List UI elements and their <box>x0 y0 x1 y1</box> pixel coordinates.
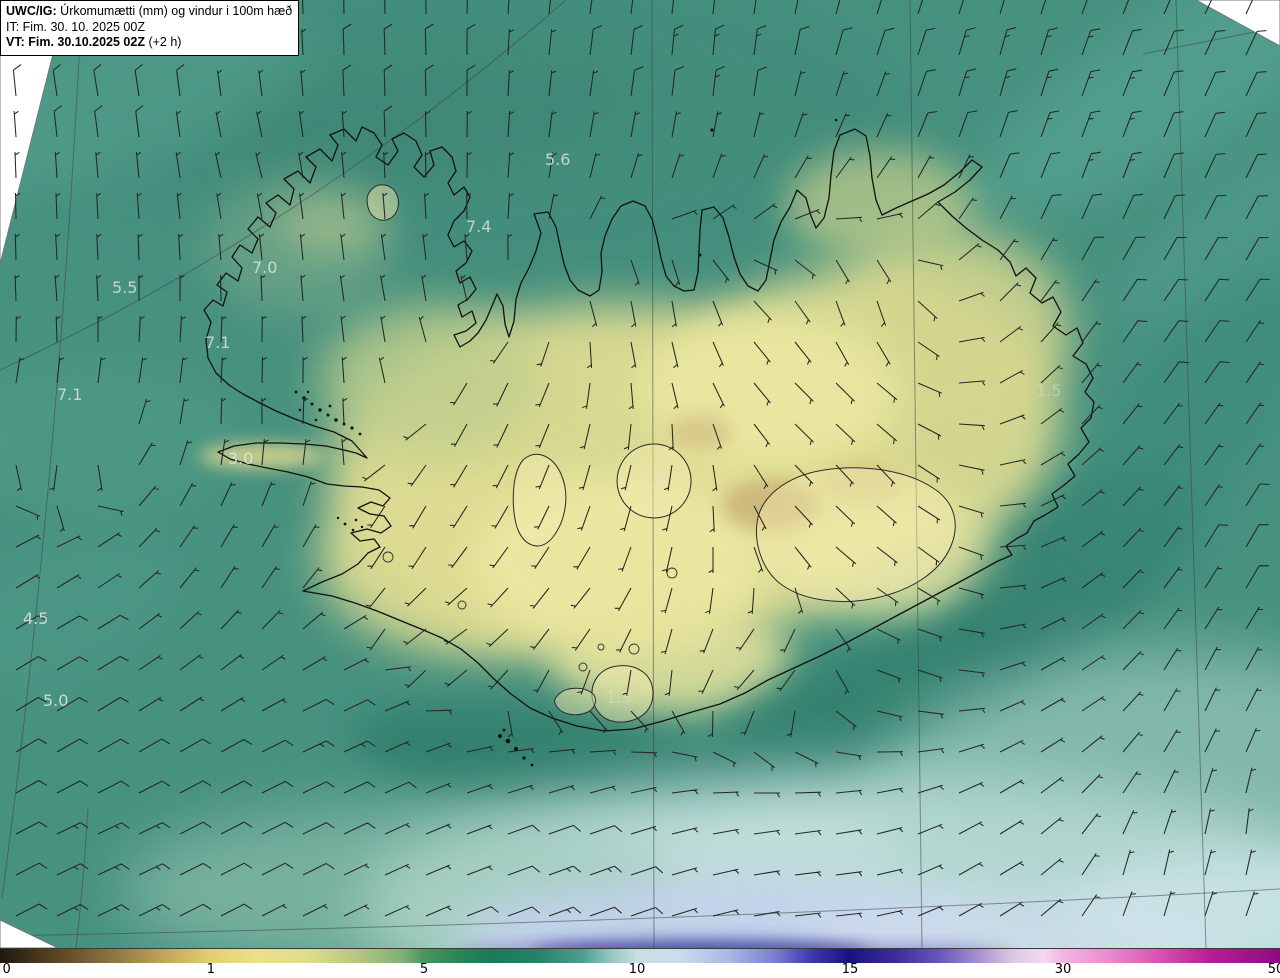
contour-label: 1.5 <box>1036 381 1061 400</box>
colorbar-tick-50: 50 <box>1268 962 1280 977</box>
contour-label: 7.1 <box>205 333 230 352</box>
colorbar-tick-labels: 01510153050 <box>0 962 1280 978</box>
contour-label: 5.5 <box>112 278 137 297</box>
model-id: UWC/IG: <box>6 4 57 18</box>
product-name: Úrkomumætti (mm) og vindur i 100m hæð <box>57 4 292 18</box>
init-time-line: IT: Fim. 30. 10. 2025 00Z <box>6 20 292 36</box>
colorbar-gradient <box>0 948 1280 963</box>
colorbar-tick-5: 5 <box>420 962 428 977</box>
contour-label: 5.0 <box>43 691 68 710</box>
contour-label: 7.1 <box>57 385 82 404</box>
iceland-precipitation-wind-map: 5.6 7.4 7.0 5.5 7.1 7.1 3.0 1.0 1.5 4.5 5.0 1.3 <box>0 0 1280 948</box>
colorbar-tick-0: 0 <box>3 962 11 977</box>
contour-label: 7.0 <box>252 258 277 277</box>
valid-offset: (+2 h) <box>145 35 181 49</box>
colorbar-tick-10: 10 <box>629 962 646 977</box>
contour-label: 1.3 <box>606 688 631 707</box>
contour-label: 7.4 <box>466 217 491 236</box>
contour-label: 3.0 <box>228 449 253 468</box>
weather-map-product: { "title_box": { "line1_bold": "UWC/IG:"… <box>0 0 1280 978</box>
valid-time: VT: Fim. 30.10.2025 02Z <box>6 35 145 49</box>
colorbar-tick-1: 1 <box>207 962 215 977</box>
product-title-line: UWC/IG: Úrkomumætti (mm) og vindur i 100… <box>6 4 292 20</box>
contour-label: 4.5 <box>23 609 48 628</box>
valid-time-line: VT: Fim. 30.10.2025 02Z (+2 h) <box>6 35 292 51</box>
title-box: UWC/IG: Úrkomumætti (mm) og vindur i 100… <box>0 0 299 56</box>
colorbar-tick-15: 15 <box>842 962 859 977</box>
contour-label: 1.0 <box>640 471 665 490</box>
precipitation-colorbar: 01510153050 <box>0 948 1280 978</box>
contour-label: 5.6 <box>545 150 570 169</box>
colorbar-tick-30: 30 <box>1055 962 1072 977</box>
